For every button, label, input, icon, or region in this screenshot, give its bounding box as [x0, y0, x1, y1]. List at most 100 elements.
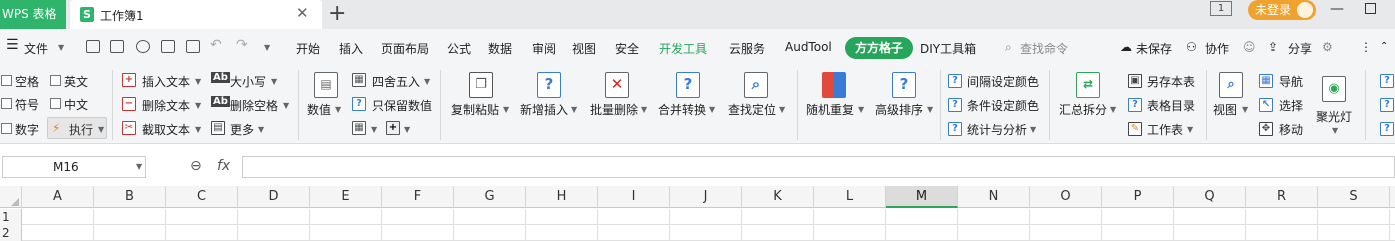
name-box[interactable]: M16: [2, 156, 146, 178]
tab-fangfang[interactable]: 方方格子: [845, 37, 913, 59]
more-options-icon[interactable]: ⋮: [1360, 40, 1372, 54]
quick-access-more-icon[interactable]: ▼: [264, 43, 270, 52]
keep-value-button[interactable]: 只保留数值: [372, 97, 432, 114]
tab-review[interactable]: 审阅: [532, 40, 556, 57]
checkbox-english[interactable]: [50, 75, 61, 86]
column-header-h[interactable]: H: [526, 186, 598, 208]
tab-home[interactable]: 开始: [296, 40, 320, 57]
chevron-down-icon[interactable]: ▼: [1030, 125, 1036, 134]
tab-audtool[interactable]: AudTool: [785, 40, 832, 54]
tab-page-layout[interactable]: 页面布局: [381, 40, 429, 57]
chevron-down-icon[interactable]: ▼: [283, 101, 289, 110]
chevron-down-icon[interactable]: ▼: [195, 125, 201, 134]
chevron-down-icon[interactable]: ▼: [927, 105, 933, 114]
unsaved-status[interactable]: 未保存: [1136, 40, 1172, 57]
column-header-o[interactable]: O: [1030, 186, 1102, 208]
row-header-1[interactable]: 1: [0, 209, 22, 225]
column-header-c[interactable]: C: [166, 186, 238, 208]
tab-insert[interactable]: 插入: [339, 40, 363, 57]
document-tab[interactable]: S 工作簿1 ✕: [70, 0, 322, 29]
chevron-down-icon[interactable]: ▼: [571, 105, 577, 114]
condition-color-button[interactable]: 条件设定颜色: [967, 97, 1039, 114]
settings-gear-icon[interactable]: ⚙: [1322, 40, 1333, 54]
chevron-down-icon[interactable]: ▼: [136, 162, 142, 171]
select-button[interactable]: 选择: [1279, 97, 1303, 114]
column-header-g[interactable]: G: [454, 186, 526, 208]
search-command-input[interactable]: 查找命令: [1020, 40, 1068, 57]
column-header-r[interactable]: R: [1246, 186, 1318, 208]
chevron-down-icon[interactable]: ▼: [58, 43, 64, 52]
tab-view[interactable]: 视图: [572, 40, 596, 57]
random-repeat-button[interactable]: 随机重复: [806, 101, 854, 118]
batch-delete-button[interactable]: 批量删除: [590, 101, 638, 118]
function-icon[interactable]: fx: [217, 158, 230, 174]
save-sheet-button[interactable]: 另存本表: [1147, 73, 1195, 90]
chevron-down-icon[interactable]: ▼: [503, 105, 509, 114]
stats-analysis-button[interactable]: 统计与分析: [967, 121, 1027, 138]
column-header-n[interactable]: N: [958, 186, 1030, 208]
file-menu[interactable]: 文件: [24, 40, 48, 57]
chevron-down-icon[interactable]: ▼: [709, 105, 715, 114]
tab-developer[interactable]: 开发工具: [659, 40, 707, 57]
chevron-down-icon[interactable]: ▼: [1110, 105, 1116, 114]
chevron-down-icon[interactable]: ▼: [1242, 105, 1248, 114]
search-icon[interactable]: ⌕: [1005, 40, 1012, 55]
column-header-m[interactable]: M: [886, 186, 958, 208]
chevron-down-icon[interactable]: ▼: [779, 105, 785, 114]
chevron-down-icon[interactable]: ▼: [858, 105, 864, 114]
spotlight-button[interactable]: 聚光灯: [1316, 108, 1352, 125]
tab-diy-toolbox[interactable]: DIY工具箱: [920, 40, 976, 57]
checkbox-number[interactable]: [1, 123, 12, 134]
case-button[interactable]: 大小写: [230, 73, 266, 90]
checkbox-chinese[interactable]: [50, 98, 61, 109]
hamburger-icon[interactable]: ☰: [6, 37, 19, 53]
column-header-q[interactable]: Q: [1174, 186, 1246, 208]
column-header-e[interactable]: E: [310, 186, 382, 208]
column-header-k[interactable]: K: [742, 186, 814, 208]
advanced-sort-button[interactable]: 高级排序: [875, 101, 923, 118]
column-header-d[interactable]: D: [238, 186, 310, 208]
chevron-down-icon[interactable]: ▼: [371, 125, 377, 134]
formula-input[interactable]: [242, 156, 1395, 178]
chevron-down-icon[interactable]: ▼: [641, 105, 647, 114]
insert-new-button[interactable]: 新增插入: [520, 101, 568, 118]
sheet-directory-button[interactable]: 表格目录: [1147, 97, 1195, 114]
more-button[interactable]: 更多: [230, 121, 254, 138]
format-painter-icon[interactable]: [136, 40, 150, 53]
comment-icon[interactable]: ☺: [1243, 40, 1256, 54]
column-header-f[interactable]: F: [382, 186, 454, 208]
save-icon[interactable]: [110, 40, 124, 53]
close-tab-icon[interactable]: ✕: [296, 4, 309, 22]
checkbox-space[interactable]: [1, 75, 12, 86]
column-header-s[interactable]: S: [1318, 186, 1390, 208]
share-button[interactable]: 分享: [1288, 40, 1312, 57]
column-header-b[interactable]: B: [94, 186, 166, 208]
open-folder-icon[interactable]: [86, 40, 100, 53]
column-header-a[interactable]: A: [22, 186, 94, 208]
chevron-down-icon[interactable]: ▼: [271, 77, 277, 86]
minimize-icon[interactable]: —: [1330, 1, 1344, 17]
find-locate-button[interactable]: 查找定位: [728, 101, 776, 118]
chevron-down-icon[interactable]: ▼: [335, 105, 341, 114]
tab-formulas[interactable]: 公式: [447, 40, 471, 57]
insert-text-button[interactable]: 插入文本: [142, 73, 190, 90]
undo-icon[interactable]: ↶: [210, 37, 222, 53]
redo-icon[interactable]: ↷: [236, 37, 248, 53]
merge-convert-button[interactable]: 合并转换: [658, 101, 706, 118]
checkbox-symbol[interactable]: [1, 98, 12, 109]
extract-text-button[interactable]: 截取文本: [142, 121, 190, 138]
column-header-i[interactable]: I: [598, 186, 670, 208]
worksheet-button[interactable]: 工作表: [1147, 121, 1183, 138]
round-button[interactable]: 四舍五入: [372, 73, 420, 90]
execute-button[interactable]: ⚡ 执行 ▼: [47, 117, 107, 139]
collapse-ribbon-icon[interactable]: ⌃: [1380, 41, 1388, 52]
view-button[interactable]: 视图: [1213, 101, 1237, 118]
chevron-down-icon[interactable]: ▼: [404, 125, 410, 134]
login-button[interactable]: 未登录: [1248, 0, 1316, 20]
summary-split-button[interactable]: 汇总拆分: [1059, 101, 1107, 118]
maximize-icon[interactable]: [1365, 3, 1376, 14]
new-tab-button[interactable]: +: [328, 2, 346, 26]
chevron-down-icon[interactable]: ▼: [195, 77, 201, 86]
table-icon[interactable]: ▦: [352, 121, 366, 135]
column-header-j[interactable]: J: [670, 186, 742, 208]
